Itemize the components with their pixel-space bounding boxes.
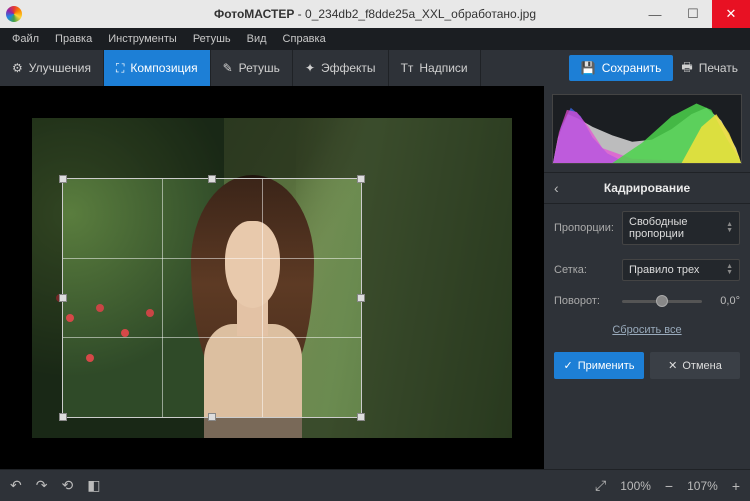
menu-view[interactable]: Вид — [241, 30, 273, 48]
check-icon: ✓ — [563, 359, 572, 372]
crop-icon: ⛶ — [116, 61, 124, 76]
menu-tools[interactable]: Инструменты — [102, 30, 183, 48]
crop-handle-sw[interactable] — [59, 413, 67, 421]
titlebar: ФотоМАСТЕР - 0_234db2_f8dde25a_XXL_обраб… — [0, 0, 750, 28]
redo-button[interactable]: ↷ — [36, 477, 48, 494]
text-icon: Tᴛ — [401, 61, 414, 75]
grid-label: Сетка: — [554, 264, 614, 276]
zoom-current-label: 107% — [687, 479, 718, 493]
crop-handle-e[interactable] — [357, 294, 365, 302]
rotation-label: Поворот: — [554, 295, 614, 307]
crop-handle-nw[interactable] — [59, 175, 67, 183]
tab-retouch[interactable]: ✎ Ретушь — [211, 50, 293, 86]
fit-screen-button[interactable]: ⤢ — [595, 477, 606, 494]
menu-file[interactable]: Файл — [6, 30, 45, 48]
proportions-select[interactable]: Свободные пропорции ▲▼ — [622, 211, 740, 245]
sliders-icon: ⚙ — [12, 61, 23, 75]
grid-select[interactable]: Правило трех ▲▼ — [622, 259, 740, 281]
brush-icon: ✎ — [223, 61, 233, 75]
canvas-area[interactable] — [0, 86, 544, 469]
tab-composition[interactable]: ⛶ Композиция — [104, 50, 211, 86]
rotation-value: 0,0° — [710, 295, 740, 307]
histogram — [552, 94, 742, 164]
compare-button[interactable]: ◧ — [87, 477, 100, 494]
photo — [32, 118, 512, 438]
undo-button[interactable]: ↶ — [10, 477, 22, 494]
save-icon: 💾 — [581, 61, 596, 75]
wand-icon: ✦ — [305, 61, 315, 75]
window-title: ФотоМАСТЕР - 0_234db2_f8dde25a_XXL_обраб… — [214, 7, 536, 21]
tab-text[interactable]: Tᴛ Надписи — [389, 50, 481, 86]
menu-help[interactable]: Справка — [277, 30, 332, 48]
apply-button[interactable]: ✓ Применить — [554, 352, 644, 379]
panel-title: Кадрирование — [604, 181, 690, 195]
print-icon: 🖶 — [681, 58, 692, 79]
close-icon: ✕ — [668, 359, 677, 372]
save-button[interactable]: 💾 Сохранить — [569, 55, 674, 81]
cancel-button[interactable]: ✕ Отмена — [650, 352, 740, 379]
slider-thumb[interactable] — [656, 295, 668, 307]
reset-link[interactable]: Сбросить все — [612, 324, 681, 336]
proportions-label: Пропорции: — [554, 222, 614, 234]
back-icon[interactable]: ‹ — [554, 180, 559, 196]
zoom-fit-label[interactable]: 100% — [620, 479, 651, 493]
zoom-in-button[interactable]: + — [732, 478, 740, 494]
chevron-updown-icon: ▲▼ — [726, 222, 733, 234]
zoom-out-button[interactable]: − — [665, 478, 673, 494]
menu-edit[interactable]: Правка — [49, 30, 98, 48]
panel-header: ‹ Кадрирование — [544, 172, 750, 204]
crop-handle-w[interactable] — [59, 294, 67, 302]
crop-handle-ne[interactable] — [357, 175, 365, 183]
rotation-slider[interactable] — [622, 300, 702, 303]
print-button[interactable]: 🖶 Печать — [681, 58, 738, 79]
minimize-button[interactable]: — — [636, 0, 674, 28]
history-button[interactable]: ⟲ — [61, 477, 73, 494]
crop-handle-se[interactable] — [357, 413, 365, 421]
tab-effects[interactable]: ✦ Эффекты — [293, 50, 389, 86]
crop-overlay[interactable] — [62, 178, 362, 418]
statusbar: ↶ ↷ ⟲ ◧ ⤢ 100% − 107% + — [0, 469, 750, 501]
menu-retouch[interactable]: Ретушь — [187, 30, 237, 48]
chevron-updown-icon: ▲▼ — [726, 264, 733, 276]
menubar: Файл Правка Инструменты Ретушь Вид Справ… — [0, 28, 750, 50]
crop-handle-s[interactable] — [208, 413, 216, 421]
app-icon — [6, 6, 22, 22]
crop-handle-n[interactable] — [208, 175, 216, 183]
tab-enhancements[interactable]: ⚙ Улучшения — [0, 50, 104, 86]
maximize-button[interactable]: ☐ — [674, 0, 712, 28]
close-button[interactable]: ✕ — [712, 0, 750, 28]
toolbar: ⚙ Улучшения ⛶ Композиция ✎ Ретушь ✦ Эффе… — [0, 50, 750, 86]
side-panel: ‹ Кадрирование Пропорции: Свободные проп… — [544, 86, 750, 469]
